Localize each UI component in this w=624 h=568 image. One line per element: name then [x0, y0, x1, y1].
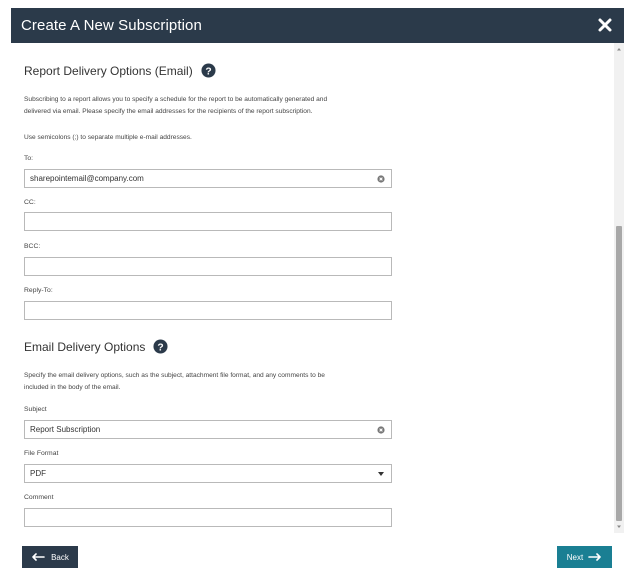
report-delivery-heading-text: Report Delivery Options (Email)	[24, 63, 193, 78]
next-button[interactable]: Next	[557, 546, 612, 568]
reply-to-field[interactable]	[24, 301, 392, 320]
close-icon[interactable]	[597, 17, 613, 33]
scroll-thumb[interactable]	[616, 226, 622, 521]
arrow-right-icon	[588, 553, 602, 561]
clear-icon[interactable]	[377, 175, 385, 183]
email-delivery-description-line1: Specify the email delivery options, such…	[24, 372, 325, 379]
cc-label: CC:	[24, 199, 36, 206]
subject-label: Subject	[24, 406, 47, 413]
scroll-down-icon[interactable]	[614, 523, 624, 531]
to-field[interactable]: sharepointemail@company.com	[24, 169, 392, 188]
help-icon[interactable]: ?	[201, 63, 216, 78]
scroll-up-icon[interactable]	[614, 45, 624, 53]
report-delivery-description-line1: Subscribing to a report allows you to sp…	[24, 96, 328, 103]
email-delivery-heading: Email Delivery Options ?	[24, 339, 168, 354]
svg-text:?: ?	[158, 342, 164, 353]
to-label: To:	[24, 155, 34, 162]
report-delivery-heading: Report Delivery Options (Email) ?	[24, 63, 216, 78]
bcc-label: BCC:	[24, 243, 41, 250]
report-delivery-description-line2: delivered via email. Please specify the …	[24, 108, 313, 115]
subject-field[interactable]: Report Subscription	[24, 420, 392, 439]
reply-to-label: Reply-To:	[24, 287, 53, 294]
dialog-title: Create A New Subscription	[21, 17, 202, 34]
file-format-select[interactable]: PDF	[24, 464, 392, 483]
comment-field[interactable]	[24, 508, 392, 527]
back-button-label: Back	[51, 552, 69, 562]
bcc-field[interactable]	[24, 257, 392, 276]
email-delivery-description-line2: included in the body of the email.	[24, 384, 121, 391]
vertical-scrollbar[interactable]	[614, 43, 624, 533]
semicolon-note: Use semicolons (;) to separate multiple …	[24, 134, 192, 141]
help-icon[interactable]: ?	[153, 339, 168, 354]
dialog-header: Create A New Subscription	[11, 8, 624, 43]
email-delivery-description: Specify the email delivery options, such…	[24, 370, 384, 394]
subscription-dialog: Create A New Subscription Report Deliver…	[0, 0, 624, 568]
subject-field-value: Report Subscription	[30, 425, 101, 434]
svg-text:?: ?	[205, 66, 211, 77]
arrow-left-icon	[32, 553, 45, 561]
comment-label: Comment	[24, 494, 54, 501]
file-format-value: PDF	[30, 469, 46, 478]
email-delivery-heading-text: Email Delivery Options	[24, 339, 146, 354]
file-format-label: File Format	[24, 450, 59, 457]
report-delivery-description: Subscribing to a report allows you to sp…	[24, 94, 384, 118]
cc-field[interactable]	[24, 212, 392, 231]
dialog-body: Report Delivery Options (Email) ? Subscr…	[11, 43, 614, 533]
clear-icon[interactable]	[377, 426, 385, 434]
to-field-value: sharepointemail@company.com	[30, 174, 144, 183]
next-button-label: Next	[566, 552, 584, 562]
back-button[interactable]: Back	[22, 546, 78, 568]
top-gap	[0, 0, 624, 8]
chevron-down-icon	[378, 472, 384, 476]
